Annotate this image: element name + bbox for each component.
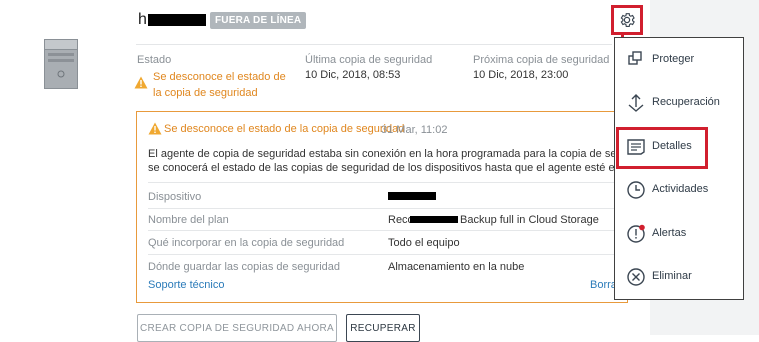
- backup-now-button[interactable]: CREAR COPIA DE SEGURIDAD AHORA: [137, 314, 337, 342]
- protect-icon: [626, 50, 646, 70]
- alert-title: Se desconoce el estado de la copia de se…: [164, 123, 405, 135]
- row-label-include: Qué incorporar en la copia de seguridad: [148, 237, 345, 249]
- menu-item-alerts[interactable]: Alertas: [615, 214, 743, 254]
- row-label-plan: Nombre del plan: [148, 214, 229, 226]
- row-divider: [148, 208, 614, 209]
- alert-divider: [148, 182, 614, 183]
- header-divider: [136, 44, 612, 45]
- clear-link[interactable]: Borra: [590, 279, 617, 291]
- menu-label: Recuperación: [652, 96, 720, 108]
- menu-label: Proteger: [652, 53, 695, 65]
- row-label-device: Dispositivo: [148, 191, 202, 203]
- alert-message-line2: se conocerá el estado de las copias de s…: [148, 162, 651, 174]
- row-divider: [148, 254, 614, 255]
- row-value-plan: Backup full in Cloud Storage: [460, 214, 599, 226]
- activities-icon: [626, 180, 646, 200]
- redaction-bar-plan: [410, 216, 458, 223]
- estado-label: Estado: [137, 54, 172, 66]
- recovery-icon: [626, 93, 646, 113]
- menu-label: Alertas: [652, 227, 687, 239]
- row-label-destination: Dónde guardar las copias de seguridad: [148, 261, 341, 273]
- warning-icon: [134, 76, 148, 89]
- device-name-prefix: h: [138, 11, 147, 28]
- ultima-value: 10 Dic, 2018, 08:53: [305, 69, 401, 81]
- menu-item-delete[interactable]: Eliminar: [615, 257, 743, 297]
- redaction-bar: [148, 14, 206, 26]
- redaction-bar-device: [388, 192, 436, 200]
- status-badge: FUERA DE LÍNEA: [210, 12, 307, 29]
- menu-item-protect[interactable]: Proteger: [615, 40, 743, 80]
- delete-icon: [626, 267, 646, 287]
- estado-value: Se desconoce el estado de la copia de se…: [153, 71, 286, 99]
- row-value-include: Todo el equipo: [388, 237, 460, 249]
- support-link[interactable]: Soporte técnico: [148, 279, 224, 291]
- alerts-icon: [626, 224, 646, 244]
- ultima-label: Última copia de seguridad: [305, 54, 433, 66]
- gear-icon[interactable]: [618, 11, 636, 29]
- alert-panel: [136, 111, 628, 303]
- proxima-label: Próxima copia de seguridad: [473, 54, 610, 66]
- menu-item-recovery[interactable]: Recuperación: [615, 83, 743, 123]
- recover-button[interactable]: RECUPERAR: [346, 314, 420, 342]
- server-icon: [44, 39, 78, 89]
- proxima-value: 10 Dic, 2018, 23:00: [473, 69, 569, 81]
- alert-timestamp: 31 Mar, 11:02: [381, 124, 448, 136]
- menu-item-activities[interactable]: Actividades: [615, 170, 743, 210]
- alert-warning-icon: [148, 122, 162, 135]
- details-highlight: [616, 127, 708, 169]
- row-value-destination: Almacenamiento en la nube: [388, 261, 525, 273]
- row-divider: [148, 230, 614, 231]
- menu-label: Actividades: [652, 183, 709, 195]
- alert-message-line1: El agente de copia de seguridad estaba s…: [148, 148, 618, 160]
- menu-label: Eliminar: [652, 270, 692, 282]
